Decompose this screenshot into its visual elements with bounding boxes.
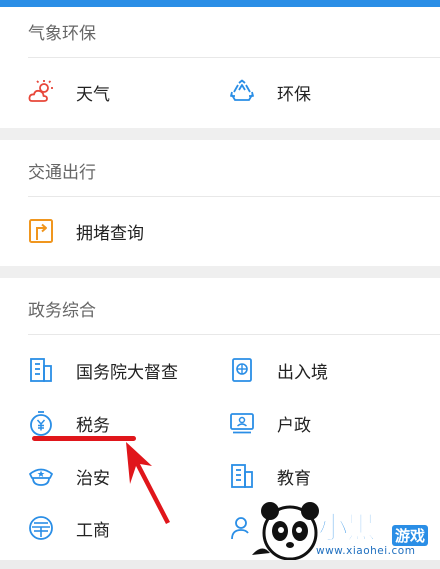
yuan-coin-icon	[28, 410, 54, 436]
top-accent-bar	[0, 0, 440, 7]
menu-item-state-council-inspection[interactable]: 国务院大督查	[28, 350, 178, 390]
menu-item-weather[interactable]: 天气	[28, 72, 110, 112]
menu-item-label: 天气	[76, 84, 110, 105]
watermark-url: www.xiaohei.com	[316, 545, 416, 557]
menu-item-entry-exit[interactable]: 出入境	[229, 350, 328, 390]
watermark-logo: 小黑 游戏 www.xiaohei.com	[248, 495, 440, 563]
menu-item-label: 税务	[76, 415, 110, 436]
divider	[28, 334, 440, 335]
menu-item-label: 治安	[76, 468, 110, 489]
weather-cloud-sun-icon	[28, 79, 54, 105]
menu-item-education[interactable]: 教育	[229, 456, 311, 496]
menu-item-label: 教育	[277, 468, 311, 489]
menu-item-household[interactable]: 户政	[229, 403, 311, 443]
recycle-icon	[229, 79, 255, 105]
menu-item-label: 出入境	[277, 362, 328, 383]
section-title-weather-env: 气象环保	[28, 24, 96, 44]
menu-item-traffic-query[interactable]: 拥堵查询	[28, 211, 144, 251]
id-card-icon	[229, 410, 255, 436]
divider	[28, 57, 440, 58]
section-gap	[0, 266, 440, 278]
section-gap	[0, 128, 440, 140]
divider	[28, 196, 440, 197]
section-title-transport: 交通出行	[28, 163, 96, 183]
menu-item-label: 环保	[277, 84, 311, 105]
menu-item-environment[interactable]: 环保	[229, 72, 311, 112]
menu-item-label: 拥堵查询	[76, 223, 144, 244]
traffic-sign-icon	[28, 218, 54, 244]
passport-icon	[229, 357, 255, 383]
menu-item-label: 工商	[76, 520, 110, 541]
menu-item-industry-commerce[interactable]: 工商	[28, 508, 110, 548]
menu-item-label: 户政	[277, 415, 311, 436]
watermark-brand: 小黑	[318, 511, 377, 547]
menu-item-label: 国务院大督查	[76, 362, 178, 383]
section-title-government: 政务综合	[28, 301, 96, 321]
business-icon	[28, 515, 54, 541]
school-building-icon	[229, 463, 255, 489]
watermark-game: 游戏	[392, 525, 429, 546]
menu-item-public-security[interactable]: 治安	[28, 456, 110, 496]
building-icon	[28, 357, 54, 383]
annotation-arrow	[126, 442, 170, 524]
bottom-gap	[0, 560, 440, 569]
police-cap-icon	[28, 463, 54, 489]
